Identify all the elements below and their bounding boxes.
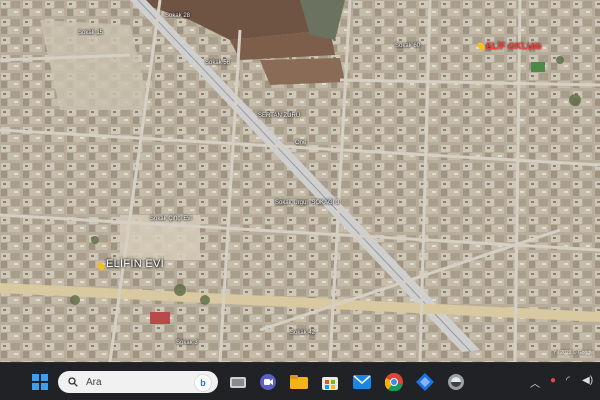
chrome-icon [385,373,403,391]
widgets-button[interactable] [226,370,250,394]
security-icon[interactable]: ● [550,375,556,386]
file-explorer-button[interactable] [287,370,311,394]
search-placeholder: Ara [86,376,102,388]
map-label-street[interactable]: Sokak 42 [290,330,315,336]
start-button[interactable] [28,370,52,394]
app-blue-button[interactable] [413,370,437,394]
map-imagery [0,0,600,362]
mail-icon [353,375,371,389]
store-icon [322,377,338,390]
screen: Sokak 28 Sokak 15 Sokak 56 Sokak 60 ŞERT… [0,0,600,400]
taskbar: Ara b ︿ ● ◜ ◀) [0,362,600,400]
app-blue-icon [416,373,434,391]
mail-button[interactable] [350,370,374,394]
map-label-street[interactable]: One [295,140,306,146]
chrome-button[interactable] [382,370,406,394]
store-button[interactable] [318,370,342,394]
placemark-label-elif-oklu[interactable]: ELİF OKLUib [486,41,542,51]
search-icon [68,377,78,387]
widgets-icon [230,377,246,388]
map-label-street[interactable]: Sokak 56 [205,60,230,66]
volume-icon[interactable]: ◀) [582,375,593,386]
map-label-street[interactable]: Sokak 3 [176,340,198,346]
map-label-street[interactable]: Sokak 15 [78,30,103,36]
map-label-street[interactable]: Sokak 60 [395,43,420,49]
meet-icon [260,374,276,390]
network-icon[interactable]: ◜ [566,375,570,386]
windows-logo-icon [32,374,48,390]
map-label-street[interactable]: ŞERTAN ZÜRÜ [258,113,300,119]
satellite-map[interactable]: Sokak 28 Sokak 15 Sokak 56 Sokak 60 ŞERT… [0,0,600,362]
chevron-up-icon[interactable]: ︿ [530,375,540,390]
map-label-street[interactable]: Sokak 28 [165,13,190,19]
map-label-street[interactable]: Sokak Urgun SOKAĞI 3 [275,200,339,206]
file-explorer-icon [290,375,308,389]
map-label-street[interactable]: Sokak Çiftçi Evi [150,216,192,222]
taskbar-search[interactable]: Ara b [58,371,218,393]
app-round-icon [448,374,464,390]
bing-icon[interactable]: b [194,374,212,392]
meet-button[interactable] [256,370,280,394]
placemark-label-elif-evi[interactable]: ELİFİN EVİ [106,258,164,270]
map-credit: Yıl 2023 © Google [553,350,594,356]
app-round-button[interactable] [444,370,468,394]
